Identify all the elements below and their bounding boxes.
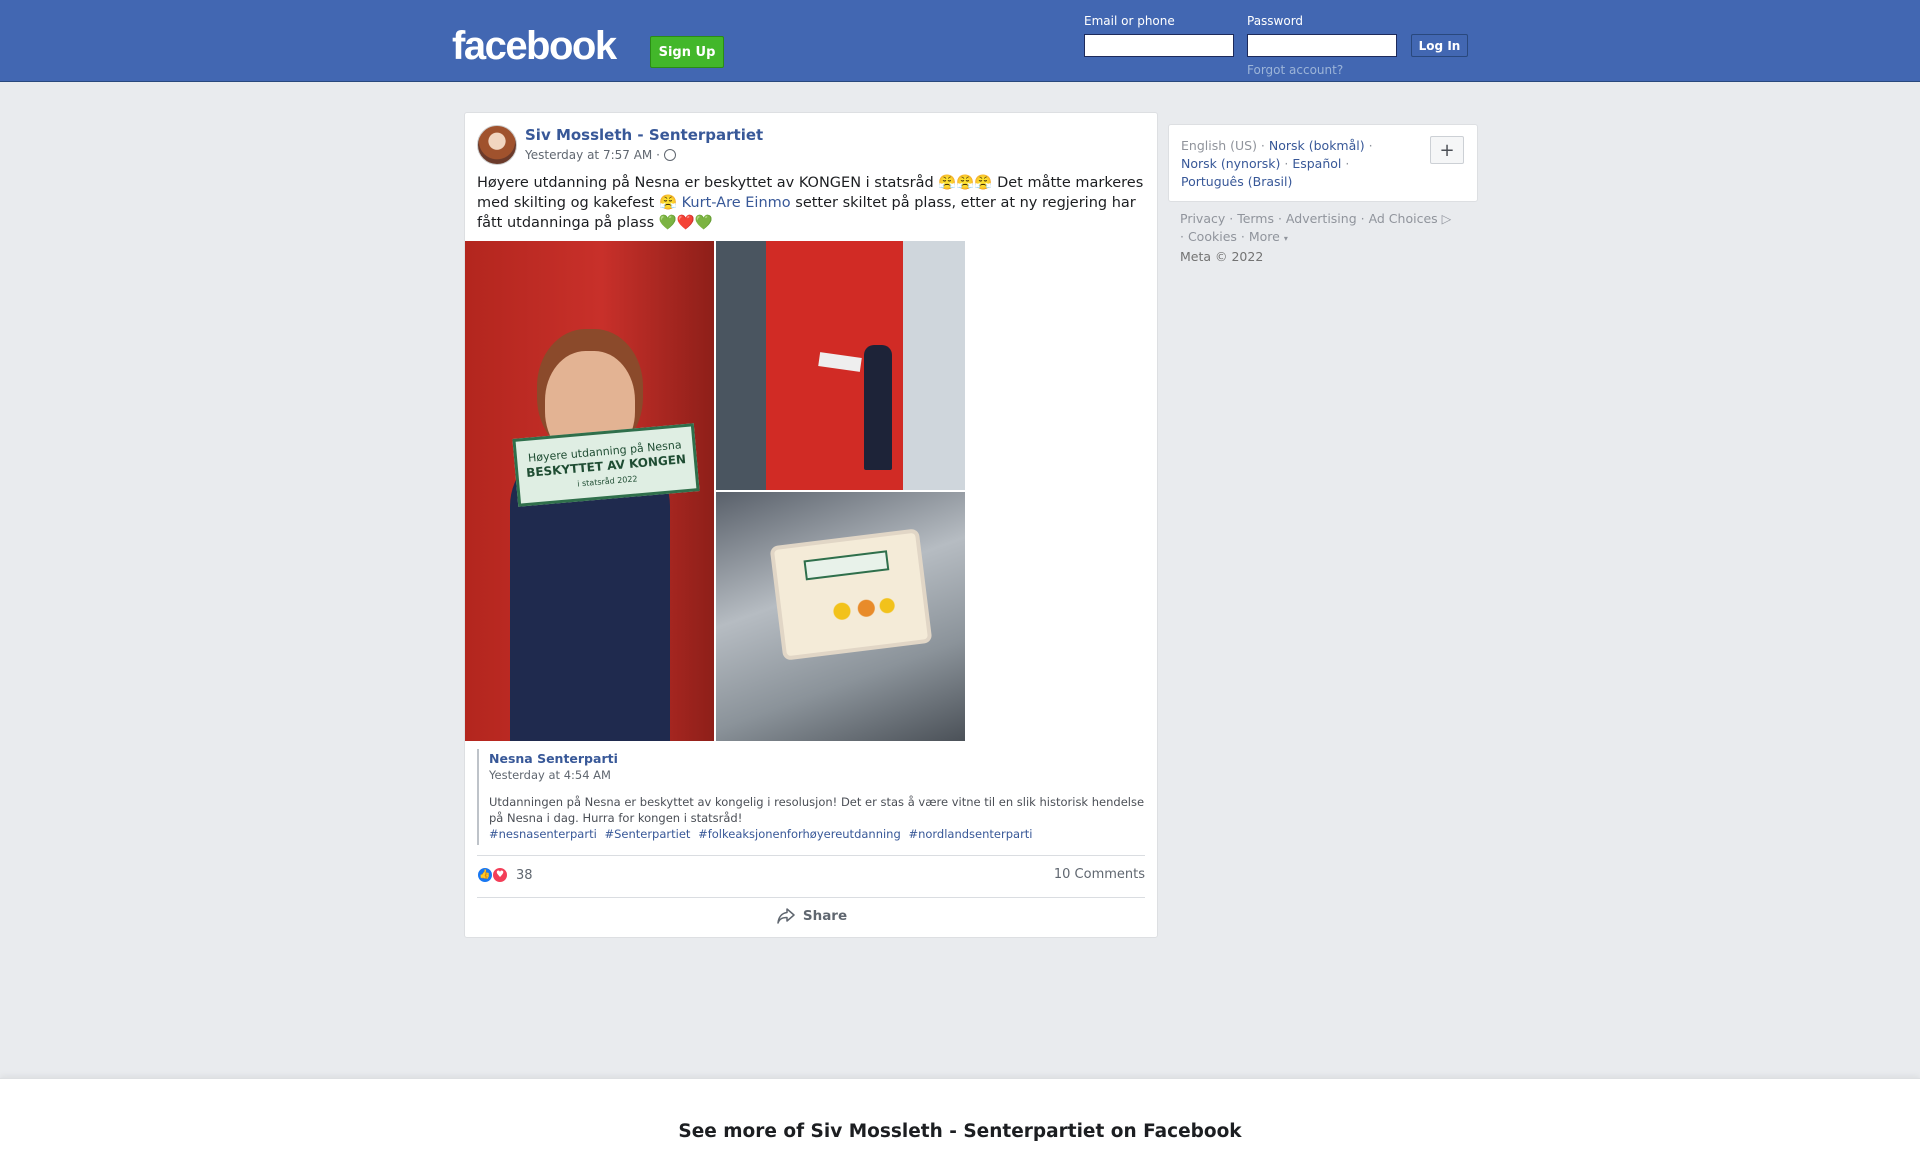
- mention-link[interactable]: Kurt-Are Einmo: [682, 195, 791, 211]
- hashtag-link[interactable]: #nordlandsenterparti: [908, 827, 1032, 841]
- reactions-summary[interactable]: 👍 ♥ 38: [477, 867, 533, 883]
- footer-links: Privacy · Terms · Advertising · Ad Choic…: [1180, 211, 1452, 264]
- top-bar: facebook Sign Up Email or phone Password…: [0, 0, 1920, 82]
- photo-woman-with-sign[interactable]: Høyere utdanning på Nesna BESKYTTET AV K…: [465, 241, 714, 741]
- photo-cake[interactable]: [716, 492, 965, 741]
- log-in-button[interactable]: Log In: [1411, 34, 1468, 57]
- photo-cake-sign: [803, 550, 890, 581]
- forgot-account-link[interactable]: Forgot account?: [1247, 63, 1343, 77]
- reactions-count: 38: [516, 867, 533, 883]
- cookies-link[interactable]: Cookies: [1188, 229, 1237, 244]
- privacy-link[interactable]: Privacy: [1180, 211, 1225, 226]
- shared-text: Utdanningen på Nesna er beskyttet av kon…: [489, 795, 1145, 825]
- photo-sign-board: [818, 352, 862, 372]
- hashtag-link[interactable]: #nesnasenterparti: [489, 827, 597, 841]
- divider: [477, 897, 1145, 898]
- photo-cake-body: [769, 528, 933, 661]
- like-reaction-icon: 👍: [477, 867, 493, 883]
- hashtag-link[interactable]: #folkeaksjonenforhøyereutdanning: [698, 827, 901, 841]
- ad-choices-link[interactable]: Ad Choices: [1369, 211, 1438, 226]
- caret-down-icon: ▾: [1283, 234, 1288, 243]
- shared-hashtags: #nesnasenterparti #Senterpartiet #folkea…: [489, 826, 1147, 842]
- hashtag-link[interactable]: #Senterpartiet: [604, 827, 690, 841]
- facebook-logo[interactable]: facebook: [452, 24, 617, 69]
- more-link[interactable]: More: [1249, 229, 1280, 244]
- post-card: Siv Mossleth - Senterpartiet Yesterday a…: [464, 112, 1158, 938]
- post-time-text[interactable]: Yesterday at 7:57 AM ·: [525, 148, 660, 162]
- photo-cake-decoration: [826, 593, 899, 624]
- advertising-link[interactable]: Advertising: [1286, 211, 1357, 226]
- password-field[interactable]: [1247, 34, 1397, 57]
- shared-timestamp[interactable]: Yesterday at 4:54 AM: [489, 768, 1147, 782]
- language-link[interactable]: Norsk (nynorsk): [1181, 156, 1280, 171]
- email-label: Email or phone: [1084, 14, 1175, 28]
- photo-man: [864, 345, 892, 470]
- see-more-text: See more of Siv Mossleth - Senterpartiet…: [678, 1121, 1242, 1142]
- divider: [477, 855, 1145, 856]
- photo-sign: Høyere utdanning på Nesna BESKYTTET AV K…: [512, 423, 700, 507]
- language-link[interactable]: Português (Brasil): [1181, 174, 1292, 189]
- add-language-button[interactable]: +: [1430, 136, 1464, 164]
- avatar[interactable]: [477, 125, 517, 165]
- email-field[interactable]: [1084, 34, 1234, 57]
- terms-link[interactable]: Terms: [1237, 211, 1274, 226]
- post-text: Høyere utdanning på Nesna er beskyttet a…: [477, 173, 1149, 233]
- photo-man-mounting-sign[interactable]: [716, 241, 965, 490]
- sign-up-button[interactable]: Sign Up: [650, 36, 724, 68]
- ad-choices-icon: ▷: [1441, 211, 1452, 226]
- see-more-banner: See more of Siv Mossleth - Senterpartiet…: [0, 1078, 1920, 1154]
- shared-post: Nesna Senterparti Yesterday at 4:54 AM U…: [477, 749, 1147, 845]
- password-label: Password: [1247, 14, 1304, 28]
- post-timestamp: Yesterday at 7:57 AM ·: [525, 148, 676, 162]
- copyright: Meta © 2022: [1180, 249, 1264, 264]
- share-button[interactable]: Share: [465, 908, 1159, 924]
- globe-icon: [663, 149, 676, 161]
- language-link[interactable]: Norsk (bokmål): [1269, 138, 1365, 153]
- love-reaction-icon: ♥: [492, 867, 508, 883]
- share-label: Share: [802, 908, 848, 924]
- share-icon: [777, 908, 795, 924]
- language-current: English (US): [1181, 138, 1257, 153]
- comments-link[interactable]: 10 Comments: [1054, 867, 1145, 882]
- language-link[interactable]: Español: [1292, 156, 1341, 171]
- post-author[interactable]: Siv Mossleth - Senterpartiet: [525, 126, 763, 144]
- shared-author[interactable]: Nesna Senterparti: [489, 751, 1147, 766]
